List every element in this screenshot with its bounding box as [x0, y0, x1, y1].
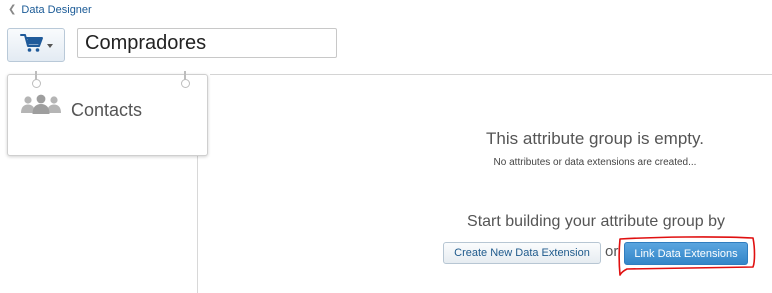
empty-state-subtitle: No attributes or data extensions are cre… — [493, 157, 697, 168]
card-label: Contacts — [71, 100, 143, 120]
header-divider — [210, 74, 772, 75]
empty-state-title: This attribute group is empty. — [486, 129, 704, 148]
data-designer-page: ❮ Data Designer Compradores Contacts Thi… — [0, 0, 772, 293]
group-icon-dropdown[interactable] — [7, 28, 65, 62]
chevron-left-icon: ❮ — [8, 4, 17, 15]
connector-pin-icon — [32, 71, 41, 88]
panel-divider — [197, 156, 198, 293]
contacts-card[interactable]: Contacts — [7, 71, 208, 156]
start-building-text: Start building your attribute group by — [467, 213, 725, 230]
link-data-extensions-button[interactable]: Link Data Extensions — [624, 242, 748, 265]
breadcrumb-label[interactable]: Data Designer — [21, 4, 91, 16]
people-icon — [20, 94, 62, 119]
group-name-input[interactable] — [77, 28, 337, 58]
connector-pin-icon — [181, 71, 190, 88]
shopping-cart-icon — [19, 33, 44, 58]
create-new-data-extension-button[interactable]: Create New Data Extension — [443, 242, 601, 264]
or-text: or — [605, 243, 619, 260]
breadcrumb[interactable]: ❮ Data Designer — [8, 4, 92, 16]
chevron-down-icon — [46, 44, 53, 48]
